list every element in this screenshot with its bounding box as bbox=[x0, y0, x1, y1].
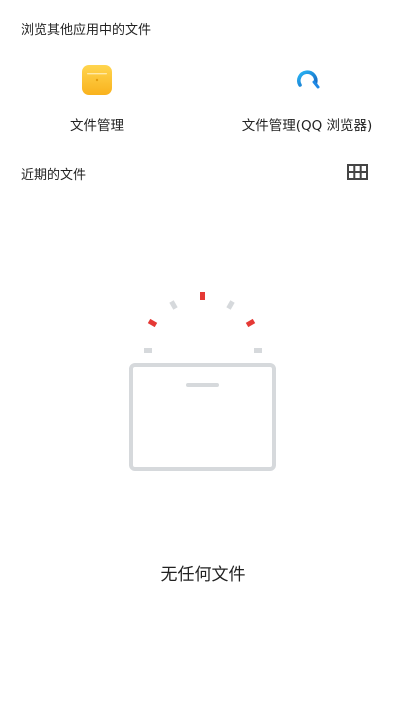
app-file-manager-label: 文件管理 bbox=[70, 118, 124, 134]
grid-view-icon[interactable] bbox=[346, 163, 368, 181]
app-file-manager[interactable]: 文件管理 bbox=[2, 64, 192, 134]
empty-box-icon bbox=[124, 288, 284, 482]
browse-other-apps-title: 浏览其他应用中的文件 bbox=[21, 23, 152, 38]
recent-files-title: 近期的文件 bbox=[21, 168, 87, 183]
app-qq-browser-file-manager[interactable]: 文件管理(QQ 浏览器) bbox=[212, 64, 402, 134]
folder-icon bbox=[81, 64, 113, 96]
qq-browser-icon bbox=[291, 64, 323, 96]
empty-state-message: 无任何文件 bbox=[160, 565, 246, 585]
app-qq-browser-file-manager-label: 文件管理(QQ 浏览器) bbox=[241, 118, 373, 134]
